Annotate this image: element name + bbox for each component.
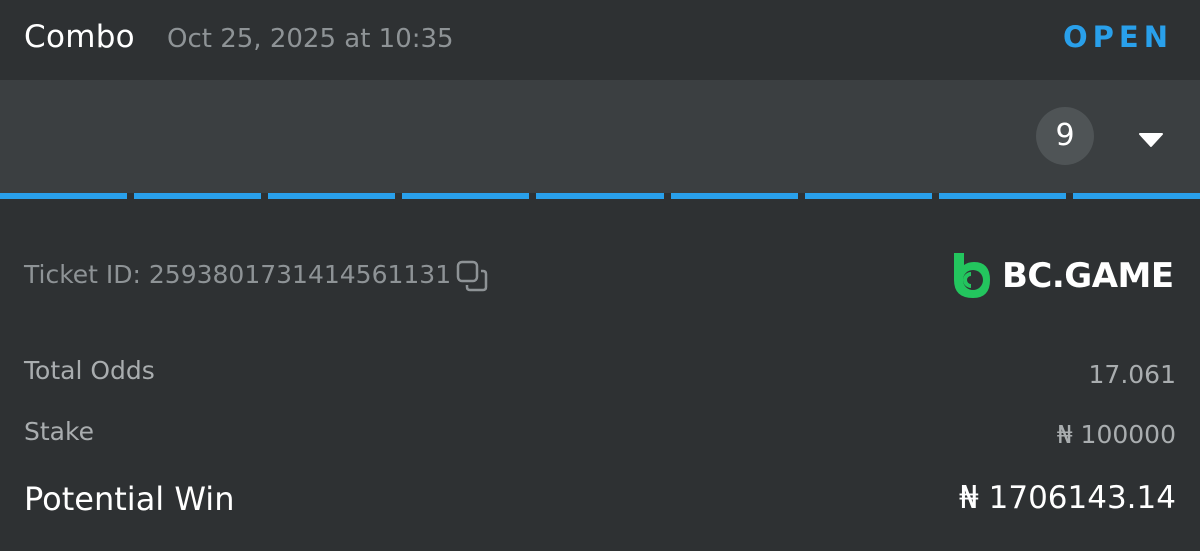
brand-name: BC.GAME [1002, 256, 1174, 296]
leg-progress-segment [0, 193, 127, 199]
total-odds-value: 17.061 [1089, 360, 1176, 389]
leg-progress-segment [1073, 193, 1200, 199]
leg-progress-segment [268, 193, 395, 199]
potential-win-label: Potential Win [24, 480, 234, 518]
leg-progress-segment [536, 193, 663, 199]
leg-progress-segment [939, 193, 1066, 199]
bet-type-label: Combo [24, 19, 135, 55]
legs-progress [0, 193, 1200, 199]
stake-label: Stake [24, 417, 94, 446]
leg-progress-segment [402, 193, 529, 199]
legs-count-badge: 9 [1036, 107, 1094, 165]
potential-win-value: ₦ 1706143.14 [959, 480, 1176, 516]
bc-game-logo-icon [950, 251, 994, 301]
copy-icon[interactable] [455, 259, 489, 293]
stake-value: ₦ 100000 [1057, 420, 1176, 449]
bet-status-badge: OPEN [1063, 20, 1173, 54]
brand-logo: BC.GAME [950, 250, 1174, 302]
ticket-id: Ticket ID: 2593801731414561131 [24, 260, 451, 289]
bet-datetime: Oct 25, 2025 at 10:35 [167, 24, 454, 54]
leg-progress-segment [134, 193, 261, 199]
bet-header: Combo Oct 25, 2025 at 10:35 OPEN [0, 0, 1200, 80]
caret-down-icon[interactable] [1138, 132, 1164, 148]
total-odds-label: Total Odds [24, 356, 155, 385]
leg-progress-segment [805, 193, 932, 199]
legs-toggle-bar[interactable] [0, 80, 1200, 193]
leg-progress-segment [671, 193, 798, 199]
